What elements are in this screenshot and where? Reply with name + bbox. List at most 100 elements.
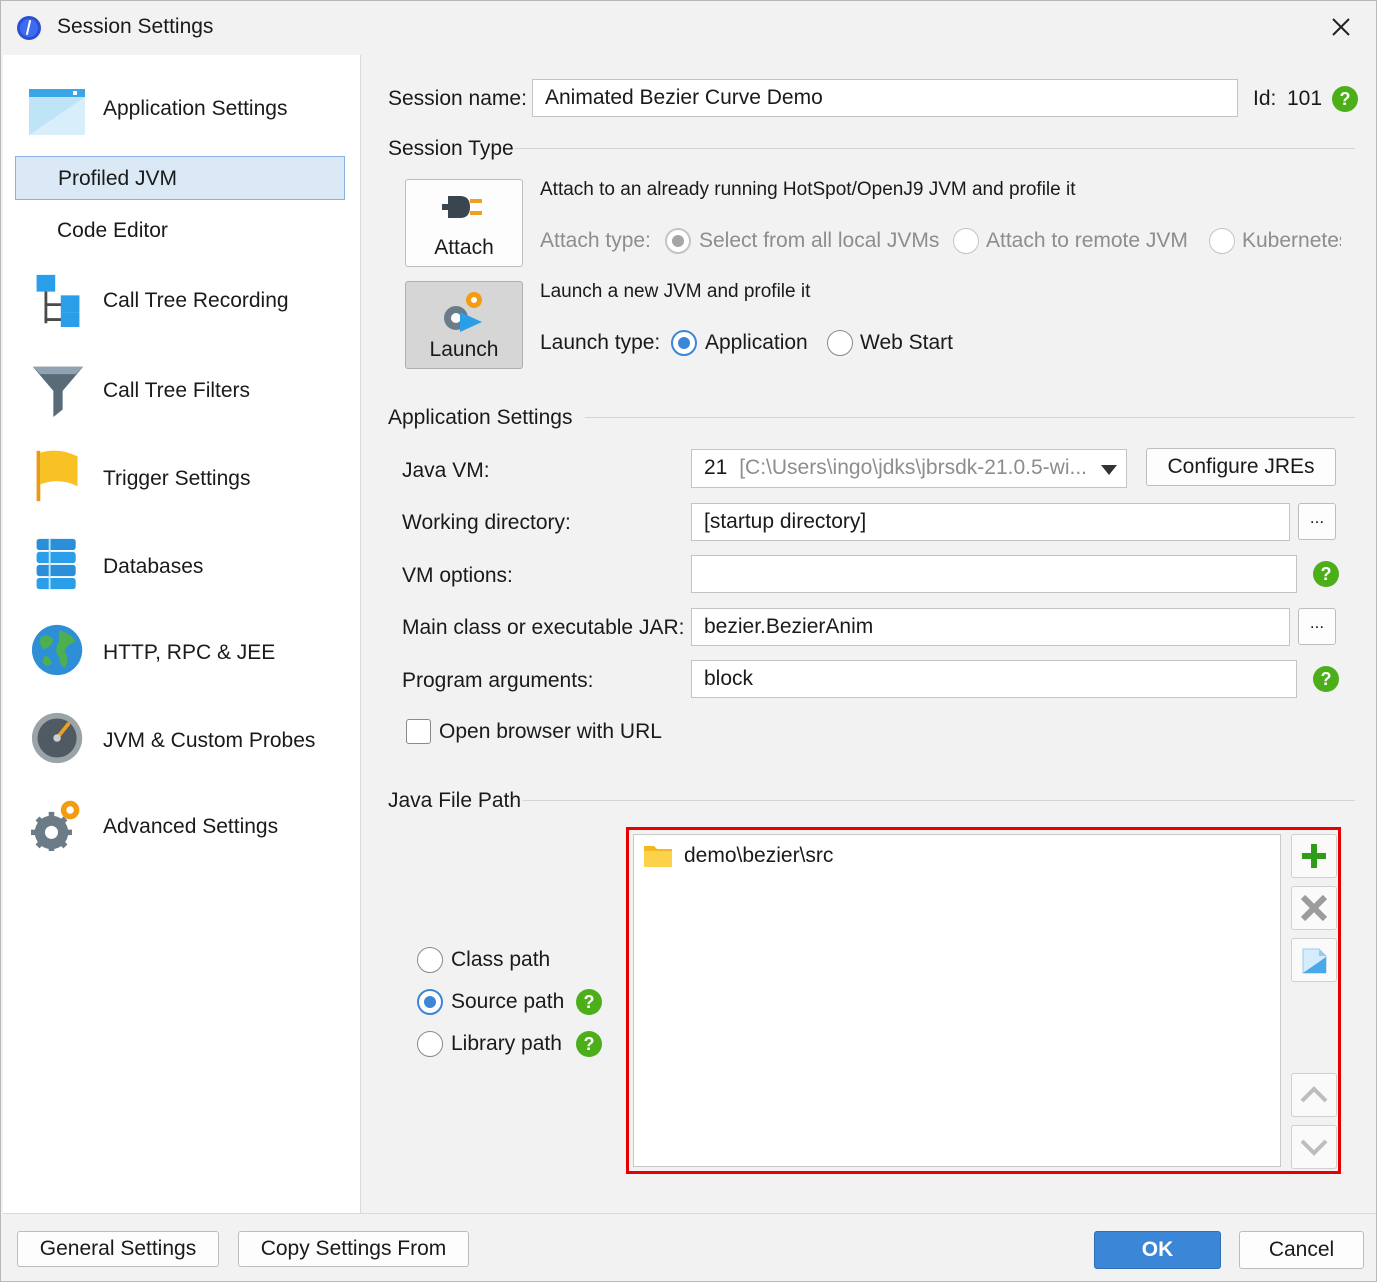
application-settings-heading: Application Settings [388,406,573,429]
flag-icon [36,450,78,502]
chevron-up-icon [1300,1086,1328,1103]
kubernetes-clip: Kubernetes [1242,229,1341,253]
cancel-button[interactable]: Cancel [1239,1231,1364,1269]
funnel-icon [32,366,84,417]
class-path-radio[interactable] [417,947,443,973]
program-arguments-input[interactable] [691,660,1297,698]
folder-icon [644,846,672,867]
gears-icon [31,800,80,851]
help-icon[interactable]: ? [575,988,603,1016]
move-up-button[interactable] [1291,1073,1337,1117]
dialog-footer: General Settings Copy Settings From OK C… [3,1213,1376,1281]
title-bar: Session Settings [1,1,1376,55]
session-id-value: 101 [1287,87,1323,110]
sidebar-item-code-editor[interactable]: Code Editor [15,209,345,253]
library-path-label: Library path [451,1032,562,1055]
plug-icon [442,196,482,218]
section-divider [515,148,1355,149]
ok-button[interactable]: OK [1094,1231,1221,1269]
java-vm-label: Java VM: [402,459,490,482]
attach-remote-radio[interactable] [953,228,979,254]
launch-button[interactable]: Launch [405,281,523,369]
session-type-heading: Session Type [388,137,514,160]
launch-webstart-radio[interactable] [827,330,853,356]
section-divider [523,800,1355,801]
sidebar-item-call-tree-recording[interactable]: Call Tree Recording [3,269,359,333]
open-browser-label: Open browser with URL [439,720,662,743]
plus-icon [1302,844,1326,868]
help-icon[interactable]: ? [575,1030,603,1058]
database-icon [36,538,76,590]
call-tree-icon [36,274,80,327]
profiled-jvm-panel: Session name: Id: 101 ? Session Type Att… [363,55,1376,1213]
attach-remote-label: Attach to remote JVM [986,229,1188,252]
main-class-label: Main class or executable JAR: [402,616,685,639]
list-item[interactable]: demo\bezier\src [644,841,944,871]
attach-local-radio[interactable] [665,228,691,254]
attach-kubernetes-radio[interactable] [1209,228,1235,254]
sidebar-item-trigger-settings[interactable]: Trigger Settings [3,447,359,507]
source-path-radio[interactable] [417,989,443,1015]
launch-application-label: Application [705,331,808,354]
sidebar-item-profiled-jvm[interactable]: Profiled JVM [15,156,345,200]
profiler-app-icon [17,16,41,40]
launch-webstart-label: Web Start [860,331,953,354]
session-settings-dialog: Session Settings Application Settings Pr… [0,0,1377,1282]
attach-description: Attach to an already running HotSpot/Ope… [540,179,1076,200]
attach-kubernetes-label: Kubernetes [1242,229,1341,252]
launch-gears-icon [444,292,482,332]
document-icon [1302,948,1327,974]
close-icon [1332,18,1350,36]
attach-local-label: Select from all local JVMs [699,229,940,252]
sidebar-item-advanced-settings[interactable]: Advanced Settings [3,795,359,859]
attach-button[interactable]: Attach [405,179,523,267]
delete-x-icon [1300,894,1328,922]
help-icon[interactable]: ? [1312,560,1340,588]
svg-text:?: ? [584,1034,595,1054]
svg-text:?: ? [1340,89,1351,109]
help-icon[interactable]: ? [1312,665,1340,693]
globe-icon [31,624,83,676]
edit-path-button[interactable] [1291,938,1337,982]
sidebar-item-jvm-custom-probes[interactable]: JVM & Custom Probes [3,709,359,773]
vm-options-input[interactable] [691,555,1297,593]
working-directory-input[interactable] [691,503,1290,541]
java-vm-select[interactable]: 21 [C:\Users\ingo\jdks\jbrsdk-21.0.5-wi.… [691,449,1127,488]
java-file-path-heading: Java File Path [388,789,522,812]
general-settings-button[interactable]: General Settings [17,1231,219,1267]
sidebar-item-call-tree-filters[interactable]: Call Tree Filters [3,359,359,419]
window-title: Session Settings [57,15,214,38]
open-browser-checkbox[interactable] [406,719,431,744]
close-button[interactable] [1319,7,1363,47]
window-icon [29,89,85,135]
section-divider [585,417,1355,418]
session-id-label: Id: [1253,87,1277,110]
library-path-radio[interactable] [417,1031,443,1057]
session-name-input[interactable] [532,79,1238,117]
browse-working-directory-button[interactable]: ... [1298,503,1336,540]
move-down-button[interactable] [1291,1125,1337,1169]
launch-description: Launch a new JVM and profile it [540,281,811,302]
add-path-button[interactable] [1291,834,1337,878]
java-vm-version: 21 [704,456,728,479]
java-vm-path: [C:\Users\ingo\jdks\jbrsdk-21.0.5-wi... [739,456,1087,479]
browse-main-class-button[interactable]: ... [1298,608,1336,645]
sidebar-item-databases[interactable]: Databases [3,535,359,595]
working-directory-label: Working directory: [402,511,571,534]
settings-sidebar: Application Settings Profiled JVM Code E… [3,55,361,1213]
svg-text:?: ? [1321,564,1332,584]
sidebar-item-application-settings[interactable]: Application Settings [3,81,359,141]
main-class-input[interactable] [691,608,1290,646]
source-path-label: Source path [451,990,565,1013]
copy-settings-from-button[interactable]: Copy Settings From [238,1231,469,1267]
remove-path-button[interactable] [1291,886,1337,930]
launch-application-radio[interactable] [671,330,697,356]
path-list[interactable]: demo\bezier\src [633,834,1281,1167]
program-arguments-label: Program arguments: [402,669,594,692]
sidebar-item-http-rpc-jee[interactable]: HTTP, RPC & JEE [3,621,359,685]
vm-options-label: VM options: [402,564,513,587]
svg-text:?: ? [584,992,595,1012]
help-icon[interactable]: ? [1331,85,1359,113]
chevron-down-icon [1101,465,1117,475]
configure-jres-button[interactable]: Configure JREs [1146,448,1336,486]
